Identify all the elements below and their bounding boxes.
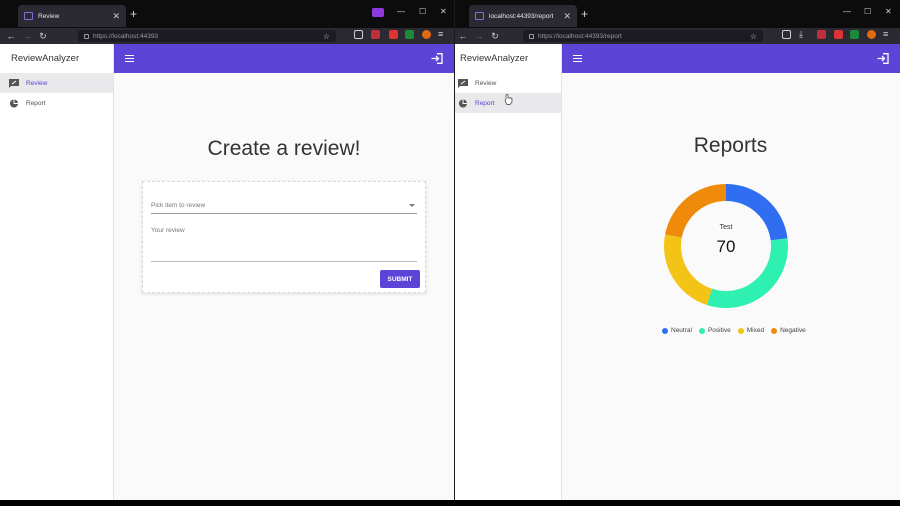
legend-label: Mixed	[746, 327, 765, 334]
pocket-icon[interactable]	[782, 30, 791, 39]
sidebar-item-review[interactable]: Review	[455, 73, 561, 93]
tab-report[interactable]: localhost:44393/report ✕	[469, 5, 577, 27]
select-placeholder: Pick item to review	[151, 202, 206, 209]
maximize-button[interactable]: ☐	[419, 7, 426, 16]
app-menu-icon[interactable]: ≡	[438, 29, 447, 39]
lock-icon	[84, 33, 89, 39]
app-bar	[114, 44, 454, 73]
item-select[interactable]: Pick item to review	[151, 202, 417, 214]
donut-slice-mixed[interactable]	[664, 234, 713, 305]
pie-chart-icon	[9, 98, 19, 108]
legend-swatch	[737, 327, 744, 334]
brand-title: ReviewAnalyzer	[460, 53, 529, 64]
extension-badge-icon[interactable]	[389, 30, 398, 39]
legend-label: Negative	[780, 327, 806, 334]
page-favicon-icon	[24, 12, 33, 20]
dropdown-arrow-icon	[409, 204, 415, 210]
new-tab-button[interactable]: +	[581, 8, 588, 20]
logout-icon[interactable]	[877, 53, 889, 64]
brand-title: ReviewAnalyzer	[11, 53, 80, 64]
private-mode-icon	[372, 8, 384, 17]
legend-item-negative[interactable]: Negative	[771, 327, 806, 334]
forward-button[interactable]: →	[19, 31, 35, 41]
tab-review[interactable]: Review ✕	[18, 5, 126, 27]
address-bar[interactable]: https://localhost:44393 ☆	[78, 30, 336, 42]
sidebar-item-label: Report	[26, 99, 46, 107]
reports-title: Reports	[693, 134, 768, 157]
legend-item-neutral[interactable]: Neutral	[662, 327, 692, 334]
tab-title: localhost:44393/report	[489, 12, 554, 20]
minimize-button[interactable]: —	[843, 7, 851, 16]
sentiment-donut-chart: Test 70	[664, 184, 788, 308]
rate-review-icon	[9, 78, 19, 88]
reload-button[interactable]: ↻	[35, 31, 51, 41]
app-menu-icon[interactable]: ≡	[883, 29, 892, 39]
legend-item-positive[interactable]: Positive	[698, 327, 731, 334]
donut-slice-negative[interactable]	[665, 184, 726, 238]
forward-button[interactable]: →	[471, 31, 487, 41]
minimize-button[interactable]: —	[397, 7, 405, 16]
sidebar-item-label: Review	[475, 79, 497, 87]
review-form-card: Pick item to review Your review SUBMIT	[142, 181, 426, 293]
pocket-icon[interactable]	[354, 30, 363, 39]
pie-chart-icon	[458, 98, 468, 108]
url-text: https://localhost:44393/report	[538, 32, 622, 40]
extension-icon[interactable]	[371, 30, 380, 39]
menu-icon[interactable]	[573, 55, 582, 62]
extension-orange-icon[interactable]	[422, 30, 431, 39]
close-tab-icon[interactable]: ✕	[112, 11, 120, 21]
review-placeholder: Your review	[151, 227, 185, 234]
close-tab-icon[interactable]: ✕	[563, 11, 571, 21]
sidebar-item-review[interactable]: Review	[0, 73, 113, 93]
sidebar: ReviewAnalyzer Review Report	[0, 44, 114, 500]
maximize-button[interactable]: ☐	[864, 7, 871, 16]
close-window-button[interactable]: ✕	[885, 7, 892, 16]
extension-icon[interactable]	[817, 30, 826, 39]
extension-badge-icon[interactable]	[834, 30, 843, 39]
rate-review-icon	[458, 78, 468, 88]
address-bar[interactable]: https://localhost:44393/report ☆	[523, 30, 763, 42]
extension-orange-icon[interactable]	[867, 30, 876, 39]
tab-strip: Review ✕ + — ☐ ✕	[0, 0, 454, 28]
browser-window-review: Review ✕ + — ☐ ✕ ← → ↻ https://localhost…	[0, 0, 454, 500]
reload-button[interactable]: ↻	[487, 31, 503, 41]
legend-item-mixed[interactable]: Mixed	[737, 327, 765, 334]
review-textarea[interactable]: Your review	[151, 227, 417, 262]
back-button[interactable]: ←	[455, 31, 471, 41]
app-bar	[562, 44, 900, 73]
sidebar: ReviewAnalyzer Review Report	[455, 44, 562, 500]
legend-label: Positive	[707, 327, 731, 334]
extension-green-icon[interactable]	[850, 30, 859, 39]
donut-center-label: Test	[720, 224, 733, 231]
legend-label: Neutral	[671, 327, 692, 334]
download-icon[interactable]: ⤓	[799, 29, 808, 39]
menu-icon[interactable]	[125, 55, 134, 62]
chart-legend: Neutral Positive Mixed Negative	[662, 327, 806, 334]
tab-strip: localhost:44393/report ✕ + — ☐ ✕	[455, 0, 900, 28]
mouse-cursor-icon	[504, 94, 513, 105]
url-text: https://localhost:44393	[93, 32, 159, 40]
sidebar-item-label: Review	[26, 79, 48, 87]
lock-icon	[529, 33, 534, 39]
bookmark-star-icon[interactable]: ☆	[750, 32, 757, 41]
legend-swatch	[662, 327, 668, 334]
sidebar-item-label: Report	[475, 99, 495, 107]
new-tab-button[interactable]: +	[130, 8, 137, 20]
page-favicon-icon	[475, 12, 484, 20]
bookmark-star-icon[interactable]: ☆	[323, 32, 330, 41]
donut-center-value: 70	[717, 237, 736, 256]
page-title: Create a review!	[207, 137, 361, 160]
logout-icon[interactable]	[431, 53, 443, 64]
tab-title: Review	[38, 12, 60, 20]
sidebar-item-report[interactable]: Report	[0, 93, 113, 113]
submit-button[interactable]: SUBMIT	[380, 270, 420, 288]
back-button[interactable]: ←	[3, 31, 19, 41]
legend-swatch	[698, 327, 705, 334]
extension-green-icon[interactable]	[405, 30, 414, 39]
donut-slice-neutral[interactable]	[726, 184, 788, 241]
close-window-button[interactable]: ✕	[440, 7, 447, 16]
legend-swatch	[771, 327, 778, 334]
